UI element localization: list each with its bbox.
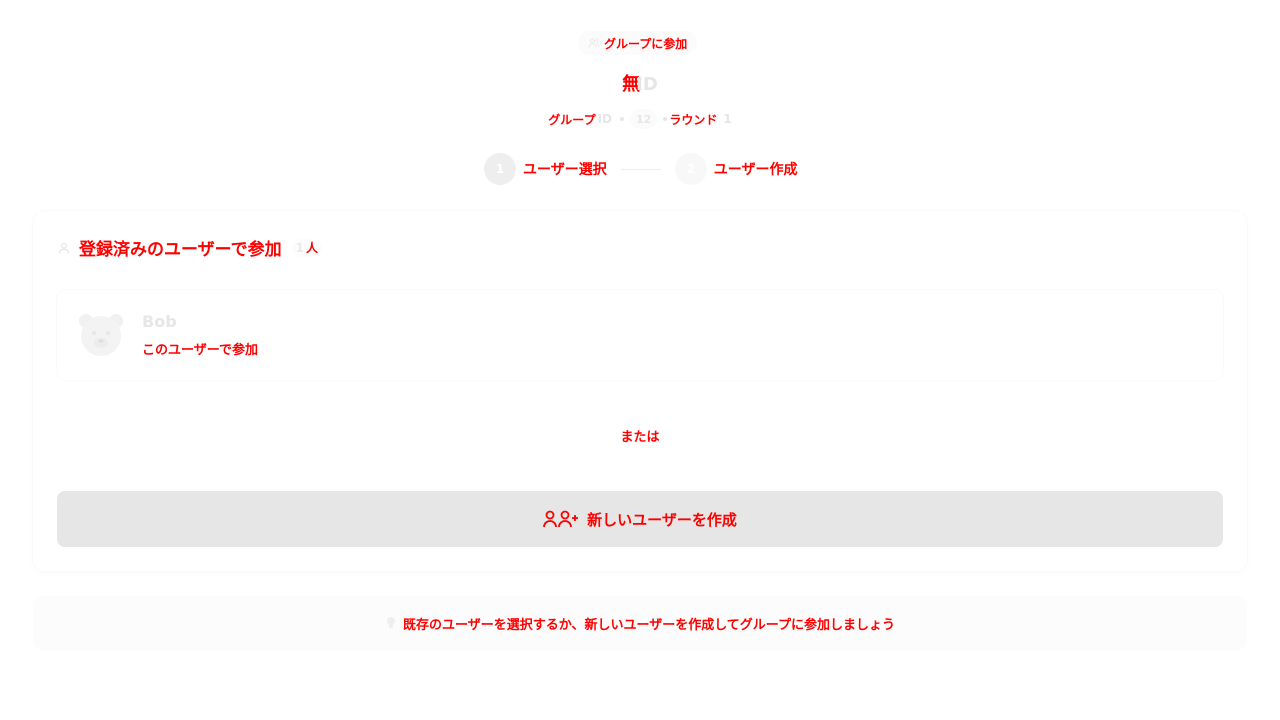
group-id-suffix: ID [597,112,613,126]
group-meta: グループ ID 12 ラウンド 1 [0,109,1280,129]
existing-users-heading: 登録済みのユーザーで参加 [79,240,282,260]
help-hint: 既存のユーザーを選択するか、新しいユーザーを作成してグループに参加しましょう [33,596,1247,650]
join-group-label: グループに参加 [604,36,688,51]
create-user-label: 新しいユーザーを作成 [587,511,737,529]
user-count-badge: 1 人 [291,238,323,257]
or-divider: または [620,430,660,445]
round-label: ラウンド [669,112,718,127]
round-value: 1 [723,112,732,126]
help-hint-text: 既存のユーザーを選択するか、新しいユーザーを作成してグループに参加しましょう [402,617,896,633]
meta-separator-dot [620,117,625,121]
existing-users-header: 登録済みのユーザーで参加 1 人 [57,235,323,260]
user-count: 1 [295,240,304,255]
join-as-user-link[interactable]: このユーザーで参加 [142,339,258,358]
user-count-unit: 人 [306,241,319,255]
step-2-label: ユーザー作成 [713,162,798,178]
users-icon [588,38,600,48]
stepper: 1 ユーザー選択 2 ユーザー作成 [484,153,797,185]
step-connector [620,168,661,170]
meta-separator-dot [663,117,668,121]
join-group-badge: グループに参加 [578,31,698,55]
step-1-circle: 1 [484,153,516,185]
user-list-item[interactable]: Bob このユーザーで参加 [57,290,1223,380]
user-icon [58,242,70,253]
add-user-icon [543,510,579,528]
step-1-label: ユーザー選択 [523,162,607,178]
lightbulb-icon [386,617,395,628]
step-2-circle: 2 [674,153,707,185]
user-name: Bob [142,312,177,331]
create-user-button[interactable]: 新しいユーザーを作成 [57,491,1223,547]
page-title: 無ID [0,70,1280,96]
group-chip: 12 [630,109,658,129]
page-title-suffix: ID [636,74,658,95]
bear-avatar-icon [79,314,123,356]
user-select-card: 登録済みのユーザーで参加 1 人 Bob このユーザーで参加 または 新しいユー… [33,211,1247,571]
group-label: グループ [548,112,596,127]
